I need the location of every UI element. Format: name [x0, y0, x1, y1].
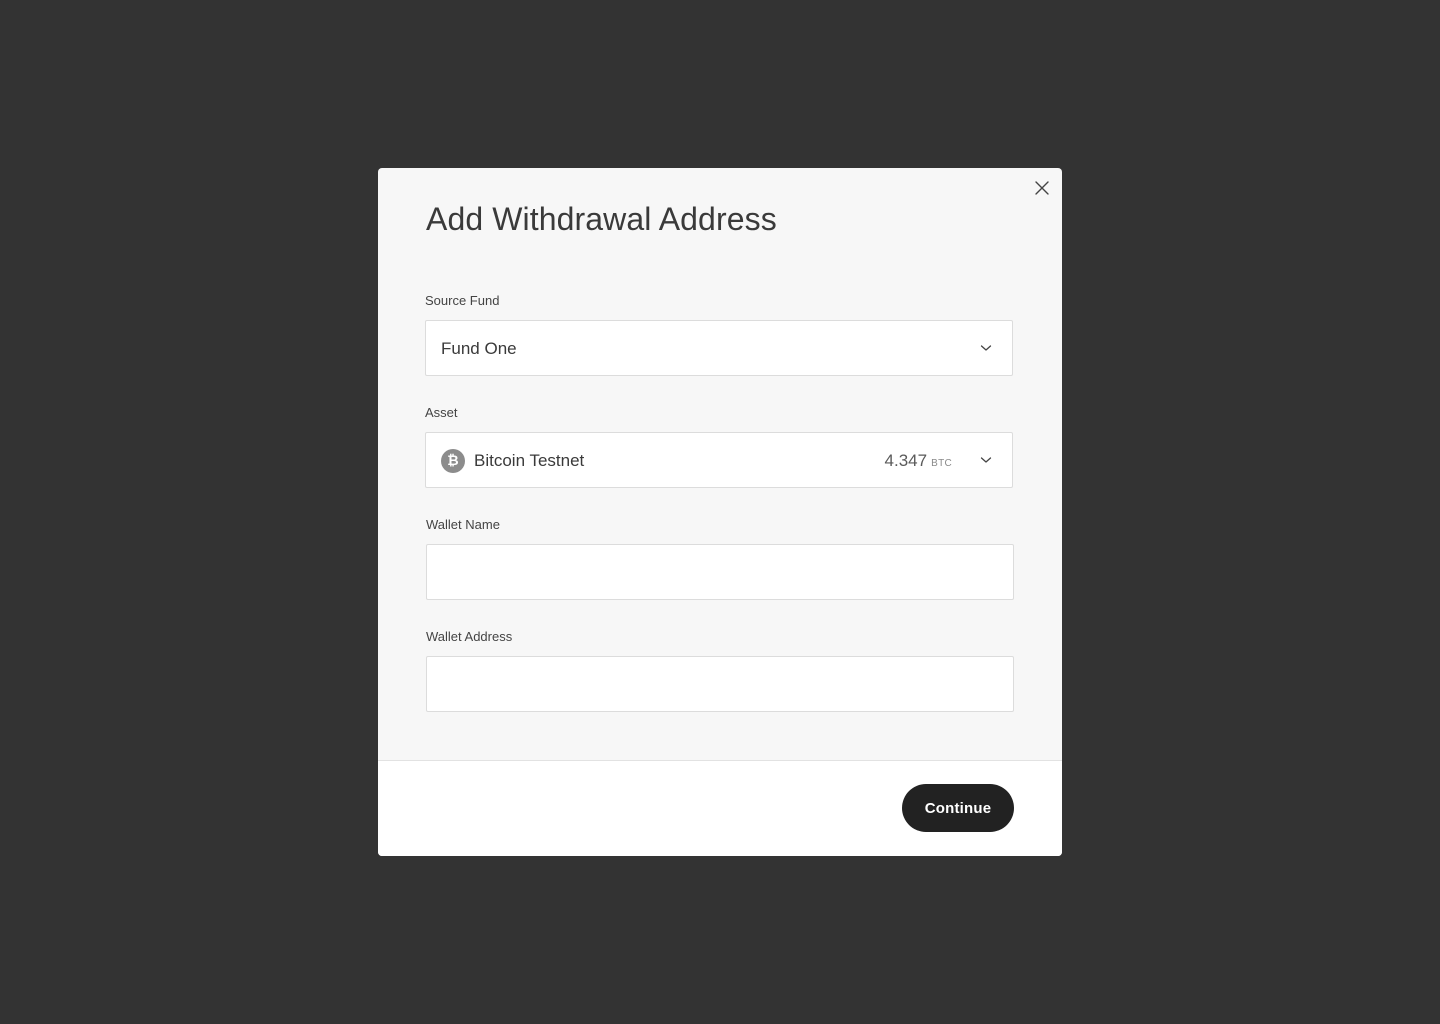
source-fund-label: Source Fund — [425, 293, 500, 308]
balance-unit: BTC — [931, 458, 952, 469]
continue-button[interactable]: Continue — [902, 784, 1014, 832]
source-fund-value: Fund One — [441, 339, 517, 358]
wallet-name-label: Wallet Name — [426, 517, 500, 532]
balance-amount: 4.347 — [884, 451, 928, 470]
chevron-down-icon — [980, 343, 992, 353]
asset-select[interactable]: ₿ Bitcoin Testnet 4.347 BTC — [425, 432, 1013, 488]
close-icon — [1035, 181, 1049, 195]
dialog-footer: Continue — [378, 760, 1062, 856]
add-withdrawal-address-dialog: Add Withdrawal Address Source Fund Fund … — [378, 168, 1062, 856]
wallet-name-field — [426, 544, 1014, 600]
dialog-title: Add Withdrawal Address — [426, 201, 777, 237]
wallet-address-field — [426, 656, 1014, 712]
wallet-address-label: Wallet Address — [426, 629, 513, 644]
bitcoin-icon: ₿ — [441, 449, 465, 473]
wallet-address-input[interactable] — [427, 657, 1013, 711]
asset-name: Bitcoin Testnet — [474, 451, 585, 470]
close-button[interactable] — [1034, 180, 1050, 196]
chevron-down-icon — [980, 455, 992, 465]
source-fund-select[interactable]: Fund One — [425, 320, 1013, 376]
asset-label: Asset — [425, 405, 458, 420]
asset-balance: 4.347 BTC — [885, 451, 952, 471]
wallet-name-input[interactable] — [427, 545, 1013, 599]
